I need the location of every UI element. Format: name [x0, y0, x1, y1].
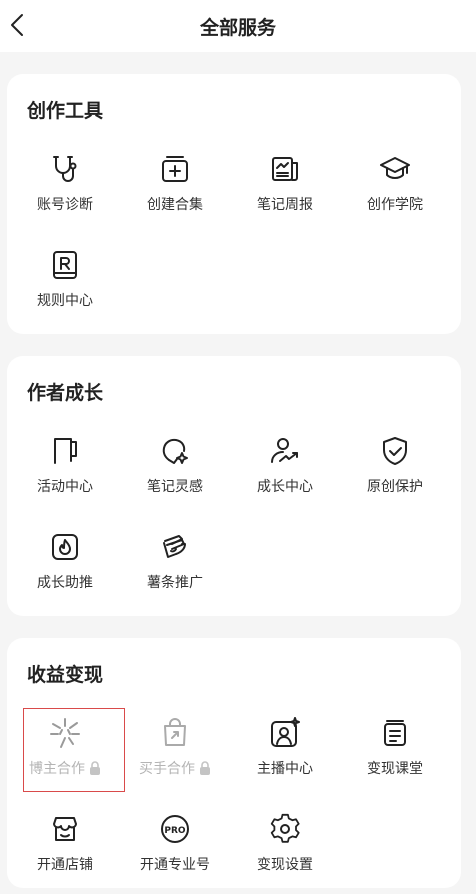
service-buyer-cooperation[interactable]: 买手合作 [120, 708, 230, 798]
pro-badge-icon: PRO [158, 812, 192, 846]
lock-icon [199, 761, 211, 775]
item-label: 规则中心 [37, 293, 93, 309]
stethoscope-icon [48, 152, 82, 186]
service-activity-center[interactable]: 活动中心 [10, 426, 120, 516]
gear-icon [268, 812, 302, 846]
collection-plus-icon [158, 152, 192, 186]
section-author-growth: 作者成长 活动中心 笔记灵感 成长中心 原创保护 成长助推 薯条推广 [7, 356, 461, 616]
service-rules-center[interactable]: 规则中心 [10, 240, 120, 330]
service-host-center[interactable]: 主播中心 [230, 708, 340, 798]
service-fries-promotion[interactable]: 薯条推广 [120, 522, 230, 612]
service-open-pro-account[interactable]: PRO 开通专业号 [120, 804, 230, 894]
item-label: 变现设置 [257, 857, 313, 873]
item-label: 创建合集 [147, 197, 203, 213]
item-label: 活动中心 [37, 479, 93, 495]
flame-badge-icon [48, 530, 82, 564]
service-open-store[interactable]: 开通店铺 [10, 804, 120, 894]
service-create-collection[interactable]: 创建合集 [120, 144, 230, 234]
item-label: 账号诊断 [37, 197, 93, 213]
service-monetization-class[interactable]: 变现课堂 [340, 708, 450, 798]
live-host-icon [268, 716, 302, 750]
item-label: 成长中心 [257, 479, 313, 495]
graduation-cap-icon [378, 152, 412, 186]
report-chart-icon [268, 152, 302, 186]
service-original-protection[interactable]: 原创保护 [340, 426, 450, 516]
lightbulb-sparkle-icon [158, 434, 192, 468]
section-title: 创作工具 [27, 100, 104, 122]
service-account-diagnosis[interactable]: 账号诊断 [10, 144, 120, 234]
section-creation-tools: 创作工具 账号诊断 创建合集 笔记周报 创作学院 规则中心 [7, 74, 461, 334]
item-label: 变现课堂 [367, 761, 423, 777]
shield-check-icon [378, 434, 412, 468]
rules-book-icon [48, 248, 82, 282]
item-label: 薯条推广 [147, 575, 203, 591]
store-icon [48, 812, 82, 846]
item-label: 笔记周报 [257, 197, 313, 213]
item-label: 创作学院 [367, 197, 423, 213]
fries-icon [158, 530, 192, 564]
item-label: 开通店铺 [37, 857, 93, 873]
service-growth-center[interactable]: 成长中心 [230, 426, 340, 516]
page-title: 全部服务 [199, 16, 276, 39]
service-growth-boost[interactable]: 成长助推 [10, 522, 120, 612]
top-bar: 全部服务 [0, 0, 476, 52]
flag-icon [48, 434, 82, 468]
item-label: 买手合作 [139, 761, 195, 777]
item-label: 笔记灵感 [147, 479, 203, 495]
svg-text:PRO: PRO [164, 826, 186, 836]
service-monetization-settings[interactable]: 变现设置 [230, 804, 340, 894]
shopping-bag-icon [158, 716, 192, 750]
classroom-icon [378, 716, 412, 750]
service-creator-academy[interactable]: 创作学院 [340, 144, 450, 234]
user-growth-icon [268, 434, 302, 468]
item-label: 开通专业号 [140, 857, 210, 873]
item-label: 主播中心 [257, 761, 313, 777]
section-title: 收益变现 [27, 664, 104, 686]
item-label: 原创保护 [367, 479, 423, 495]
selection-highlight [23, 708, 125, 792]
section-title: 作者成长 [27, 382, 104, 404]
service-note-inspiration[interactable]: 笔记灵感 [120, 426, 230, 516]
service-note-weekly[interactable]: 笔记周报 [230, 144, 340, 234]
item-label: 成长助推 [37, 575, 93, 591]
